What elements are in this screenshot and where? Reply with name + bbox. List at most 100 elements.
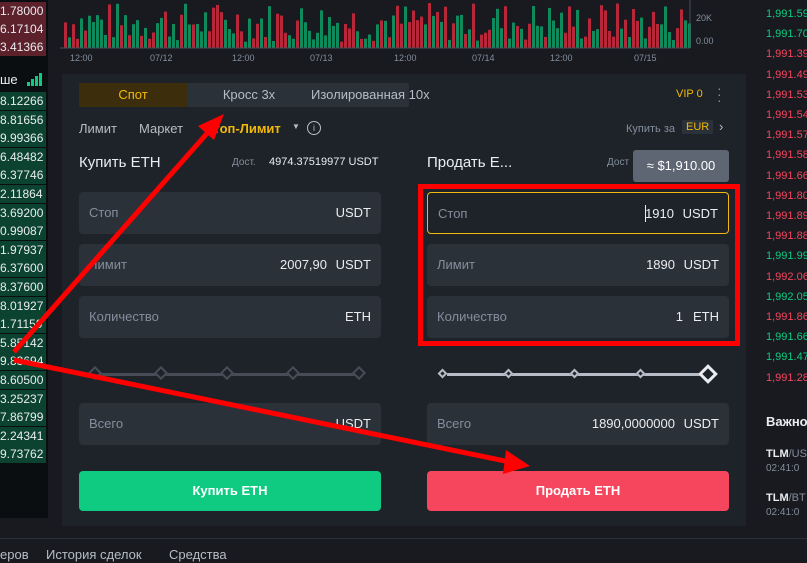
volume-bar xyxy=(268,6,271,48)
volume-bar xyxy=(236,14,239,48)
volume-bar xyxy=(168,36,171,48)
volume-bar xyxy=(396,5,399,48)
trade-price: 1,991.58 xyxy=(766,149,807,162)
price-chart[interactable]: 20K 0.00 12:00 07/12 12:00 07/13 12:00 07/14 1… xyxy=(60,0,744,70)
slider-step[interactable] xyxy=(87,365,103,381)
volume-bar xyxy=(100,19,103,48)
sell-button[interactable]: Продать ETH xyxy=(427,471,729,511)
trade-price: 1,991.70 xyxy=(766,28,807,41)
field-label: Всего xyxy=(89,416,124,431)
volume-bar xyxy=(260,18,263,48)
volume-bar xyxy=(84,30,87,48)
volume-bar xyxy=(328,17,331,48)
orderbook-value: 8.12266 xyxy=(0,92,46,110)
buy-amount-slider[interactable] xyxy=(87,364,370,384)
orderbook-value: 1.97937 xyxy=(0,240,46,259)
vip-level[interactable]: VIP 0 xyxy=(676,88,703,100)
orderbook-value: 6.48482 xyxy=(0,147,46,166)
volume-bar xyxy=(272,41,275,48)
volume-bar xyxy=(112,37,115,48)
volume-bar xyxy=(412,10,415,48)
slider-step[interactable] xyxy=(437,368,448,379)
volume-bar xyxy=(172,23,175,48)
orderbook-value: 8.37600 xyxy=(0,278,46,296)
buy-stop-field[interactable]: Стоп USDT xyxy=(79,192,381,234)
volume-bar xyxy=(188,24,191,48)
tab-isolated[interactable]: Изолированная 10x xyxy=(311,83,461,107)
sell-total-field[interactable]: Всего 1890,0000000 USDT xyxy=(427,403,729,445)
slider-step[interactable] xyxy=(503,368,514,379)
chevron-right-icon[interactable]: › xyxy=(719,119,723,134)
volume-bar xyxy=(560,12,563,48)
slider-step[interactable] xyxy=(153,365,169,381)
volume-tick: 0.00 xyxy=(696,36,714,46)
x-axis-tick: 12:00 xyxy=(550,53,573,63)
volume-bar xyxy=(568,6,571,49)
slider-step[interactable] xyxy=(285,365,301,381)
slider-step[interactable] xyxy=(351,365,367,381)
sell-amount-slider[interactable] xyxy=(437,364,719,384)
slider-handle[interactable] xyxy=(698,364,718,384)
tab-cross[interactable]: Кросс 3x xyxy=(199,83,299,107)
field-unit: USDT xyxy=(335,257,371,272)
trade-price: 1,991.39 xyxy=(766,48,807,61)
volume-bar xyxy=(400,23,403,48)
field-label: Лимит xyxy=(89,257,127,272)
field-label: Количество xyxy=(89,309,159,324)
trade-price: 1,991.28 xyxy=(766,371,807,384)
order-type-limit[interactable]: Лимит xyxy=(79,121,117,136)
volume-bar xyxy=(592,30,595,48)
buy-limit-field[interactable]: Лимит 2007,90 USDT xyxy=(79,244,381,286)
buy-quantity-field[interactable]: Количество ETH xyxy=(79,296,381,338)
chevron-down-icon[interactable]: ▼ xyxy=(292,122,300,131)
volume-bar xyxy=(500,28,503,48)
volume-bar xyxy=(436,11,439,48)
volume-bar xyxy=(296,20,299,48)
slider-step[interactable] xyxy=(635,368,646,379)
volume-bar xyxy=(636,20,639,48)
news-pair[interactable]: TLM/BT xyxy=(766,492,806,504)
tab-trade-history[interactable]: История сделок xyxy=(46,547,142,562)
volume-bar xyxy=(428,3,431,49)
news-pair[interactable]: TLM/US xyxy=(766,448,807,460)
volume-bar xyxy=(588,18,591,48)
slider-step[interactable] xyxy=(219,365,235,381)
volume-bar xyxy=(640,17,643,48)
tab-orders[interactable]: еров xyxy=(0,547,29,562)
volume-bar xyxy=(624,19,627,48)
volume-bar xyxy=(340,41,343,48)
trade-price: 1,991.99 xyxy=(766,250,807,263)
buy-button[interactable]: Купить ETH xyxy=(79,471,381,511)
field-unit: USDT xyxy=(335,205,371,220)
field-unit: USDT xyxy=(335,416,371,431)
buy-total-field[interactable]: Всего USDT xyxy=(79,403,381,445)
volume-bar xyxy=(348,28,351,48)
info-icon[interactable]: i xyxy=(307,121,321,135)
volume-bar xyxy=(220,12,223,48)
buy-for-currency[interactable]: EUR xyxy=(682,120,714,134)
orderbook-value: 3.41366 xyxy=(0,38,46,56)
more-options-icon[interactable]: · · · xyxy=(717,81,722,107)
volume-bar xyxy=(212,7,215,49)
orderbook-value: 9.83694 xyxy=(0,352,46,371)
volume-bar xyxy=(292,38,295,48)
volume-bar xyxy=(224,19,227,48)
volume-bar xyxy=(64,22,67,48)
slider-step[interactable] xyxy=(569,368,580,379)
trade-price: 1,991.86 xyxy=(766,311,807,323)
volume-bar xyxy=(608,30,611,48)
order-type-stop-limit[interactable]: Стоп-Лимит xyxy=(204,121,281,136)
order-type-market[interactable]: Маркет xyxy=(139,121,183,136)
volume-bar xyxy=(384,20,387,48)
volume-bar xyxy=(284,32,287,48)
volume-bar xyxy=(124,15,127,48)
volume-bar xyxy=(200,31,203,48)
volume-bar xyxy=(276,13,279,48)
volume-bar xyxy=(480,34,483,48)
volume-bar xyxy=(536,25,539,48)
volume-bar xyxy=(152,32,155,48)
volume-bar xyxy=(684,20,687,48)
tab-spot[interactable]: Спот xyxy=(79,83,187,107)
orderbook-value: 6.17104 xyxy=(0,20,46,38)
tab-funds[interactable]: Средства xyxy=(169,547,227,562)
